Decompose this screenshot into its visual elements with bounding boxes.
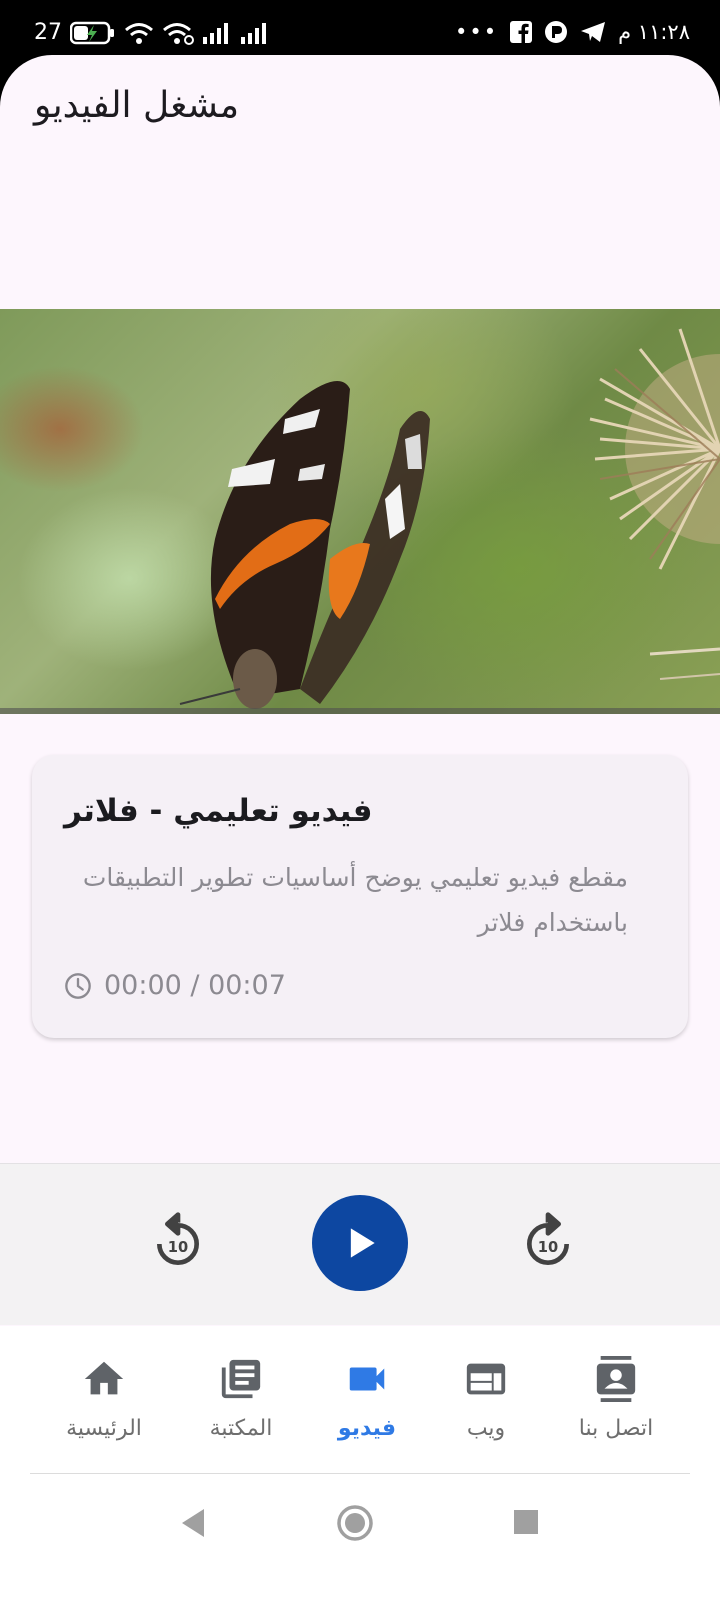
playback-controls: 10 10 [0, 1163, 720, 1325]
nav-label-contact: اتصل بنا [578, 1416, 654, 1441]
page-title: مشغل الفيديو [34, 85, 240, 126]
app-screen: مشغل الفيديو فيديو تعليمي - فلاتر مقطع ف… [0, 55, 720, 1600]
home-icon [84, 1361, 124, 1395]
time-text: 00:00 / 00:07 [104, 970, 286, 1001]
nav-label-home: الرئيسية [66, 1416, 142, 1441]
app-icon [545, 21, 568, 43]
bottom-navigation: الرئيسية المكتبة فيديو ويب اتصل بنا [0, 1326, 720, 1482]
video-progress-bar[interactable] [0, 708, 720, 714]
nav-label-web: ويب [466, 1416, 506, 1441]
home-circle-icon[interactable] [336, 1504, 374, 1542]
nav-item-video[interactable]: فيديو [307, 1356, 427, 1456]
video-description: مقطع فيديو تعليمي يوضح أساسيات تطوير الت… [82, 863, 628, 937]
nav-item-web[interactable]: ويب [426, 1356, 546, 1456]
wifi-icon [125, 22, 153, 44]
video-frame-butterfly [179, 328, 720, 709]
facebook-icon [510, 21, 533, 43]
nav-label-library: المكتبة [209, 1416, 273, 1441]
signal-icon [241, 22, 266, 44]
forward-10-icon: 10 [527, 1212, 569, 1265]
play-icon [350, 1228, 375, 1258]
battery-level: 27 [34, 20, 62, 45]
web-icon [466, 1363, 506, 1395]
nav-item-contact[interactable]: اتصل بنا [556, 1356, 676, 1456]
video-info-card: فيديو تعليمي - فلاتر مقطع فيديو تعليمي ي… [32, 755, 688, 1038]
contact-icon [596, 1356, 636, 1402]
rewind-label: 10 [168, 1239, 188, 1256]
system-navigation-bar [0, 1474, 720, 1600]
forward-10-button[interactable]: 10 [512, 1208, 584, 1280]
nav-item-library[interactable]: المكتبة [181, 1356, 301, 1456]
clock-time: ١١:٢٨ م [618, 20, 690, 44]
nav-item-home[interactable]: الرئيسية [44, 1356, 164, 1456]
nav-label-video: فيديو [337, 1416, 397, 1441]
status-right: ••• ١١:٢٨ م [455, 20, 690, 44]
back-icon[interactable] [178, 1506, 208, 1540]
recents-icon[interactable] [512, 1508, 540, 1536]
more-dots-icon: ••• [454, 20, 499, 44]
forward-label: 10 [538, 1239, 558, 1256]
clock-icon [65, 972, 91, 999]
battery-charging-icon [70, 21, 114, 44]
status-left: 27 [34, 20, 270, 45]
signal-icon [203, 22, 228, 44]
library-icon [221, 1359, 261, 1399]
telegram-icon [581, 22, 606, 42]
wifi-link-icon [163, 22, 194, 45]
video-title: فيديو تعليمي - فلاتر [64, 793, 373, 829]
video-duration: 00:00 / 00:07 [64, 970, 286, 1001]
app-bar: مشغل الفيديو [0, 55, 720, 165]
replay-10-icon: 10 [157, 1212, 199, 1265]
rewind-10-button[interactable]: 10 [142, 1208, 214, 1280]
videocam-icon [349, 1367, 385, 1391]
video-player[interactable] [0, 309, 720, 714]
play-button[interactable] [312, 1195, 408, 1291]
